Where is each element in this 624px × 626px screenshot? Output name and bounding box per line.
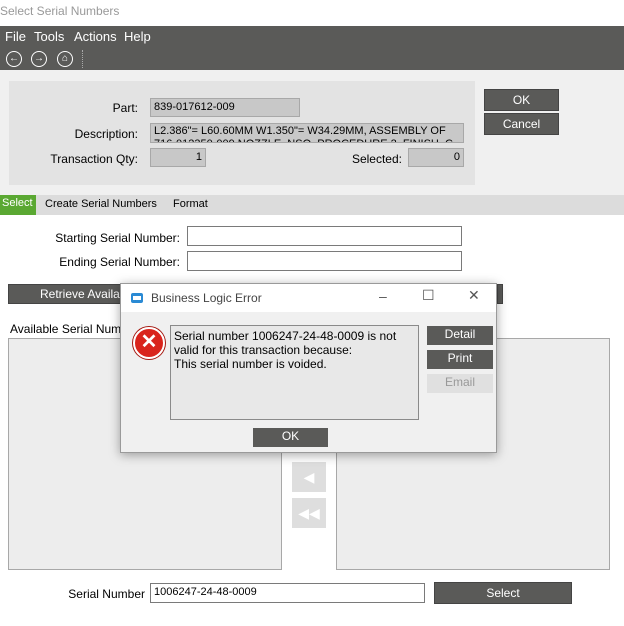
part-field[interactable]: 839-017612-009 xyxy=(150,98,300,117)
qty-field[interactable]: 1 xyxy=(150,148,206,167)
tab-select[interactable]: Select xyxy=(0,195,36,215)
starting-serial-input[interactable] xyxy=(187,226,462,246)
serial-number-label: Serial Number xyxy=(68,587,145,601)
starting-serial-label: Starting Serial Number: xyxy=(55,231,180,245)
business-logic-error-dialog: Business Logic Error – ☐ ✕ ✕ Serial numb… xyxy=(120,283,497,453)
error-message-line3: This serial number is voided. xyxy=(174,357,327,371)
tab-strip: Select Create Serial Numbers Format xyxy=(0,195,624,215)
cancel-button[interactable]: Cancel xyxy=(484,113,559,135)
move-all-left-icon[interactable]: ◀◀ xyxy=(292,498,326,528)
part-label: Part: xyxy=(112,101,138,115)
qty-label: Transaction Qty: xyxy=(50,152,138,166)
menu-tools[interactable]: Tools xyxy=(34,29,64,44)
forward-icon[interactable]: → xyxy=(31,51,47,67)
ok-button[interactable]: OK xyxy=(484,89,559,111)
ending-serial-input[interactable] xyxy=(187,251,462,271)
retrieve-bar-end xyxy=(497,284,503,304)
move-left-icon[interactable]: ◀ xyxy=(292,462,326,492)
ending-serial-label: Ending Serial Number: xyxy=(59,255,180,269)
menu-file[interactable]: File xyxy=(5,29,26,44)
maximize-icon[interactable]: ☐ xyxy=(422,287,435,304)
dialog-title: Business Logic Error xyxy=(151,291,262,305)
serial-number-input[interactable]: 1006247-24-48-0009 xyxy=(150,583,425,603)
app-icon xyxy=(131,293,143,303)
minimize-icon[interactable]: – xyxy=(379,288,387,304)
selected-label: Selected: xyxy=(351,152,402,166)
dialog-title-bar: Business Logic Error – ☐ ✕ xyxy=(121,284,496,312)
selected-field[interactable]: 0 xyxy=(408,148,464,167)
description-field[interactable]: L2.386"= L60.60MM W1.350"= W34.29MM, ASS… xyxy=(150,123,464,143)
close-icon[interactable]: ✕ xyxy=(468,287,480,304)
email-button[interactable]: Email xyxy=(427,374,493,393)
home-icon[interactable]: ⌂ xyxy=(57,51,73,67)
toolbar: ← → ⌂ xyxy=(0,48,624,70)
detail-button[interactable]: Detail xyxy=(427,326,493,345)
menu-help[interactable]: Help xyxy=(124,29,151,44)
menu-bar: File Tools Actions Help xyxy=(0,26,624,48)
toolbar-separator xyxy=(82,50,84,68)
error-message: Serial number 1006247-24-48-0009 is not … xyxy=(170,325,419,420)
window-title: Select Serial Numbers xyxy=(0,0,624,26)
error-icon: ✕ xyxy=(133,327,165,359)
error-message-line1: Serial number 1006247-24-48-0009 is not xyxy=(174,329,397,343)
description-label: Description: xyxy=(74,127,138,141)
available-serials-label: Available Serial Numbers xyxy=(10,322,128,336)
print-button[interactable]: Print xyxy=(427,350,493,369)
back-icon[interactable]: ← xyxy=(6,51,22,67)
error-message-line2: valid for this transaction because: xyxy=(174,343,353,357)
select-serial-button[interactable]: Select xyxy=(434,582,572,604)
dialog-ok-button[interactable]: OK xyxy=(253,428,328,447)
tab-format[interactable]: Format xyxy=(173,198,208,210)
menu-actions[interactable]: Actions xyxy=(74,29,117,44)
tab-create-serial-numbers[interactable]: Create Serial Numbers xyxy=(45,198,157,210)
